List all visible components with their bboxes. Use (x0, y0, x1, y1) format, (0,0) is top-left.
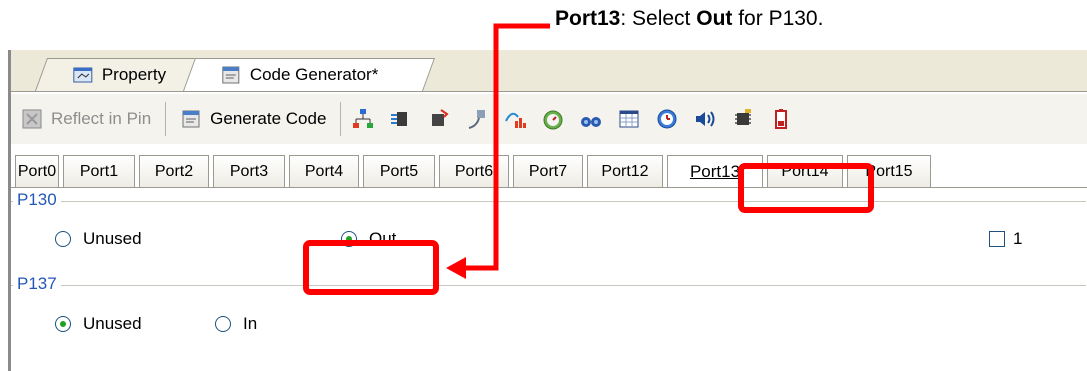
annotation-arrows (446, 23, 550, 279)
annotation-connector-line (462, 23, 550, 271)
annotation-arrowhead (446, 257, 466, 279)
